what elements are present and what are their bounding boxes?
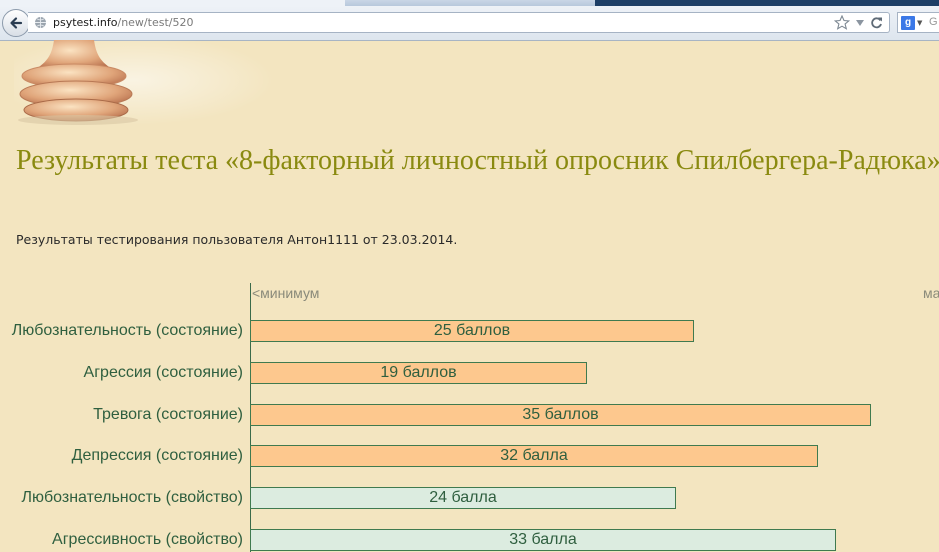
search-placeholder: G bbox=[929, 16, 938, 28]
result-bar: 19 баллов bbox=[250, 362, 587, 384]
dropdown-chevron-icon[interactable] bbox=[856, 19, 864, 26]
page-subtitle: Результаты тестирования пользователя Ант… bbox=[16, 232, 458, 247]
back-arrow-icon bbox=[10, 17, 23, 29]
url-text[interactable]: psytest.info/new/test/520 bbox=[53, 16, 193, 29]
bar-value-label: 25 баллов bbox=[433, 322, 511, 339]
reload-icon[interactable] bbox=[870, 16, 883, 29]
bar-value-label: 33 балла bbox=[509, 531, 577, 548]
bar-value-label: 32 балла bbox=[500, 447, 568, 464]
page-title: Результаты теста «8-факторный личностный… bbox=[16, 145, 939, 176]
row-label: Агрессивность (свойство) bbox=[52, 531, 243, 548]
result-bar: 32 балла bbox=[250, 445, 818, 467]
row-label: Тревога (состояние) bbox=[93, 406, 243, 423]
chess-piece-logo bbox=[14, 40, 274, 125]
row-label: Любознательность (свойство) bbox=[21, 489, 244, 506]
bar-value-label: 35 баллов bbox=[522, 406, 599, 423]
scale-max-label: ма bbox=[923, 285, 939, 301]
globe-icon bbox=[35, 17, 46, 28]
bookmark-star-icon[interactable] bbox=[834, 15, 850, 30]
google-icon: g bbox=[901, 16, 915, 30]
search-engine-dropdown-icon[interactable]: ▼ bbox=[917, 19, 922, 27]
bar-value-label: 19 баллов bbox=[380, 364, 457, 381]
result-bar: 25 баллов bbox=[250, 320, 694, 342]
back-button[interactable] bbox=[2, 9, 30, 37]
scale-min-label: <минимум bbox=[252, 285, 320, 301]
url-path: /new/test/520 bbox=[117, 16, 194, 29]
address-bar[interactable]: psytest.info/new/test/520 bbox=[28, 12, 890, 33]
bar-value-label: 24 балла bbox=[429, 489, 497, 506]
row-label: Любознательность (состояние) bbox=[11, 322, 243, 339]
search-bar[interactable]: g ▼ G bbox=[897, 12, 939, 33]
result-bar: 33 балла bbox=[250, 529, 836, 551]
result-bar: 24 балла bbox=[250, 487, 676, 509]
navigation-toolbar: psytest.info/new/test/520 g ▼ G bbox=[0, 6, 939, 41]
row-label: Агрессия (состояние) bbox=[83, 364, 243, 381]
row-label: Депрессия (состояние) bbox=[71, 447, 243, 464]
result-bar: 35 баллов bbox=[250, 404, 871, 426]
url-host: psytest.info bbox=[53, 16, 118, 29]
